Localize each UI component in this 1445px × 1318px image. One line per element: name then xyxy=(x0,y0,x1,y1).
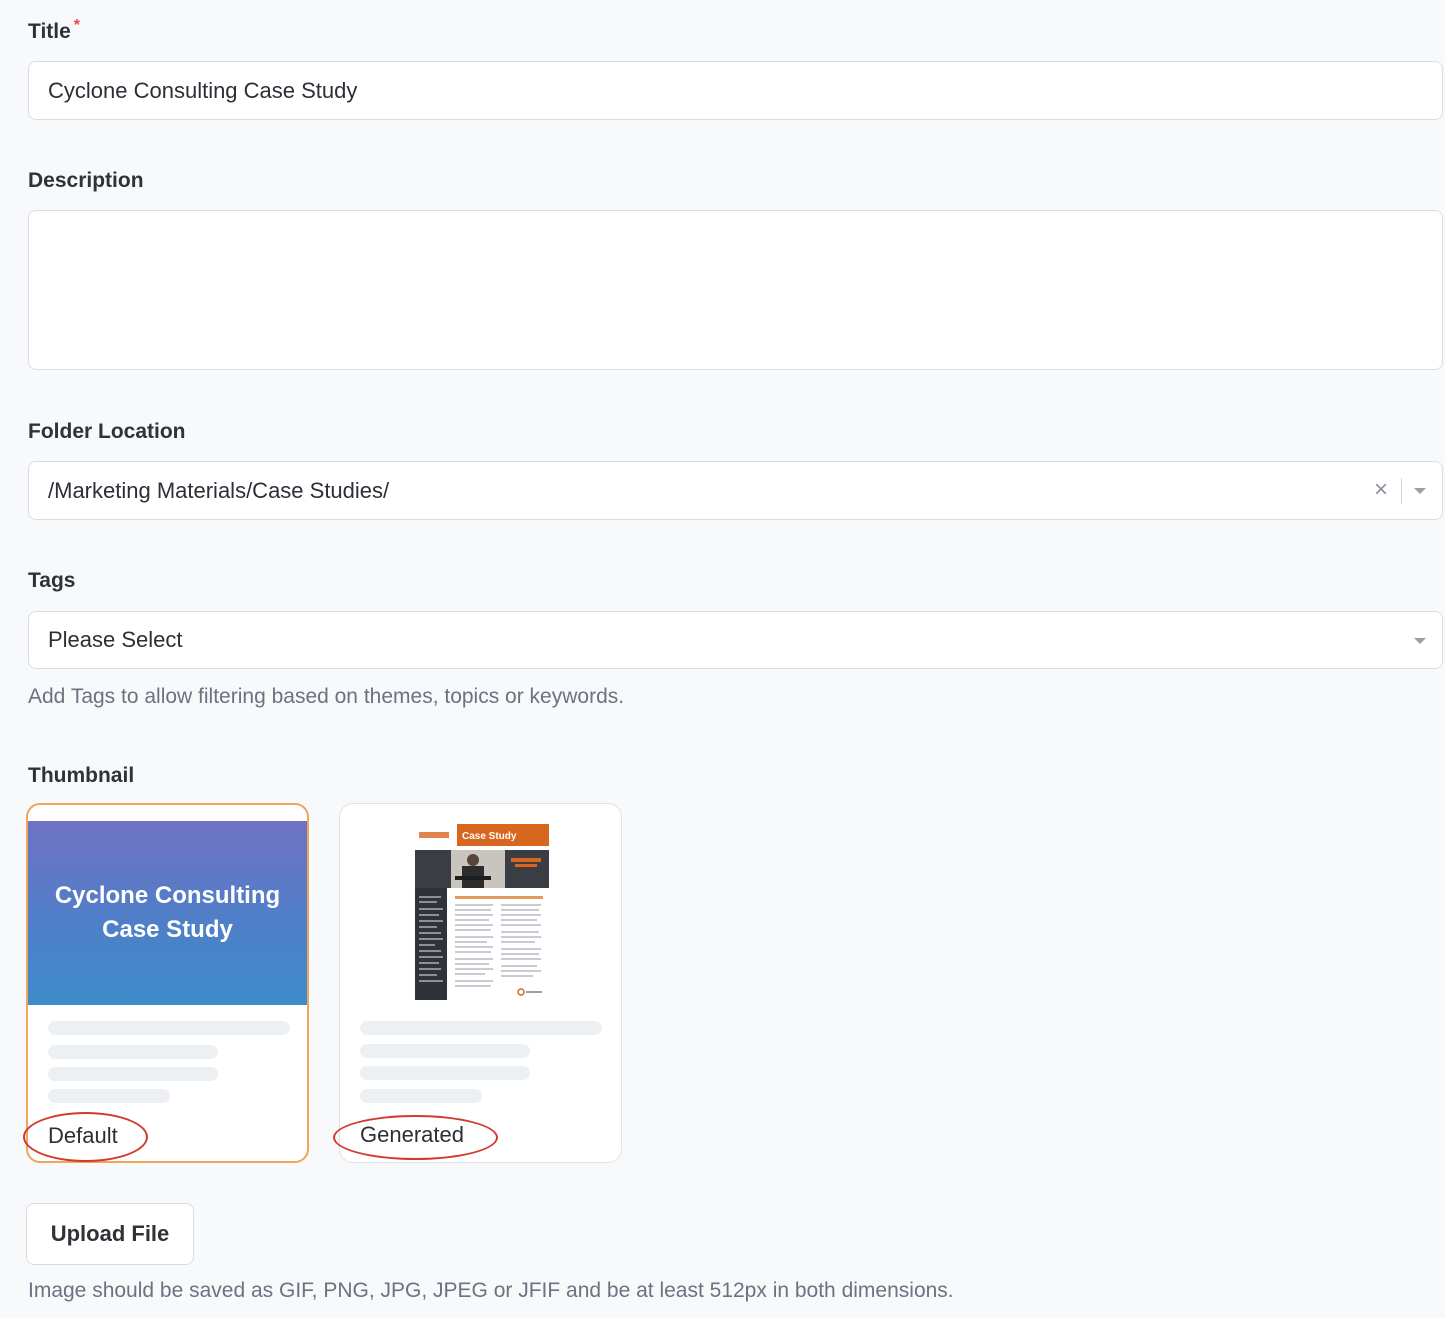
banner-line-1: Cyclone Consulting xyxy=(54,882,281,909)
skeleton-line xyxy=(48,1021,290,1035)
required-asterisk: * xyxy=(73,17,81,34)
thumbnail-option-label: Default xyxy=(48,1123,118,1148)
skeleton-line xyxy=(48,1067,218,1081)
skeleton-line xyxy=(360,1089,482,1103)
skeleton-line xyxy=(48,1089,170,1103)
tags-label: Tags xyxy=(28,569,76,592)
thumbnail-option-label: Generated xyxy=(360,1122,464,1147)
skeleton-line xyxy=(48,1045,218,1059)
banner-line-2: Case Study xyxy=(102,916,233,943)
title-input-value: Cyclone Consulting Case Study xyxy=(48,77,358,103)
skeleton-line xyxy=(360,1044,530,1058)
thumbnail-option-default[interactable]: Cyclone Consulting Case Study Default xyxy=(26,803,309,1163)
upload-help-text: Image should be saved as GIF, PNG, JPG, … xyxy=(28,1279,954,1302)
thumbnail-option-generated[interactable]: Case Study Generated xyxy=(339,803,622,1163)
description-textarea[interactable] xyxy=(28,210,1443,370)
generated-document-preview: Case Study xyxy=(415,824,549,1000)
document-preview-graphic: Case Study xyxy=(415,824,549,1000)
folder-location-value: /Marketing Materials/Case Studies/ xyxy=(48,477,390,503)
skeleton-line xyxy=(360,1021,602,1035)
title-input[interactable]: Cyclone Consulting Case Study xyxy=(28,61,1443,120)
tags-select[interactable]: Please Select xyxy=(28,611,1443,669)
skeleton-line xyxy=(360,1066,530,1080)
chevron-down-icon[interactable] xyxy=(1414,488,1426,494)
doc-header-text: Case Study xyxy=(462,831,517,842)
title-label-text: Title xyxy=(28,20,71,43)
upload-file-button[interactable]: Upload File xyxy=(26,1203,194,1265)
clear-icon[interactable]: × xyxy=(1374,478,1388,502)
folder-location-label: Folder Location xyxy=(28,420,186,443)
thumbnail-label: Thumbnail xyxy=(28,764,135,787)
select-separator xyxy=(1401,478,1402,504)
title-label: Title * xyxy=(28,17,81,44)
default-thumbnail-banner: Cyclone Consulting Case Study xyxy=(28,821,307,1005)
folder-location-select[interactable]: /Marketing Materials/Case Studies/ × xyxy=(28,461,1443,520)
chevron-down-icon[interactable] xyxy=(1414,638,1426,644)
tags-placeholder: Please Select xyxy=(48,627,183,652)
tags-help-text: Add Tags to allow filtering based on the… xyxy=(28,685,625,708)
description-label: Description xyxy=(28,169,144,192)
